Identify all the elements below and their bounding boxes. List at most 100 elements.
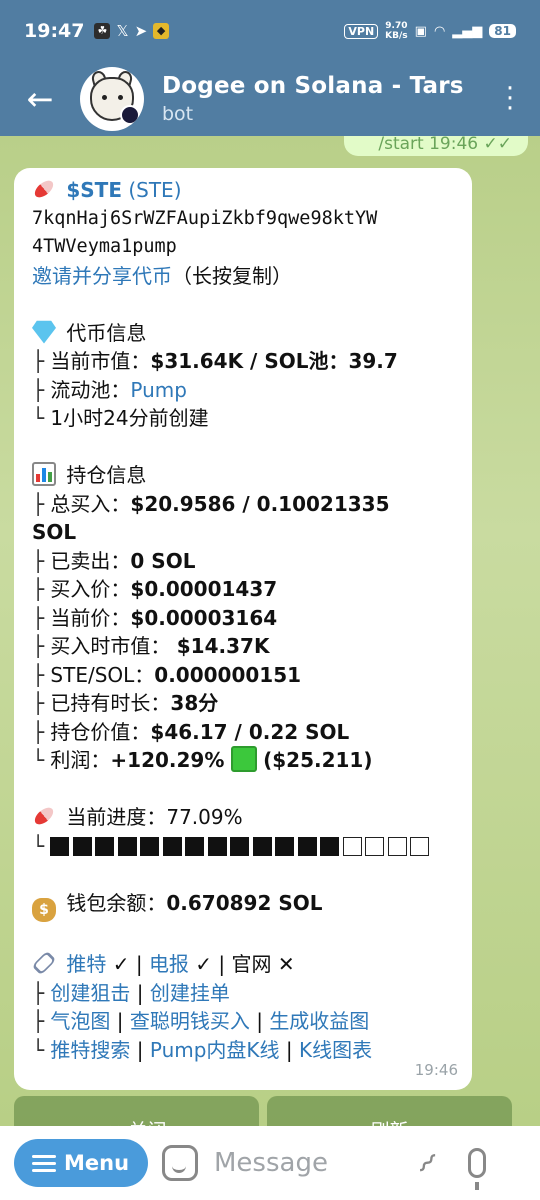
network-speed: 9.70 KB/s	[385, 21, 408, 41]
total-buy-cont: SOL	[32, 520, 77, 544]
bubble-map-link[interactable]: 气泡图	[50, 1009, 110, 1033]
sim-icon: ▣	[414, 23, 427, 39]
progress-block-filled	[320, 836, 340, 856]
token-line: $STE (STE)	[31, 176, 454, 205]
profit-chart-link[interactable]: 生成收益图	[269, 1009, 369, 1033]
ste-sol-row: ├ STE/SOL：0.000000151	[32, 662, 302, 687]
microphone-icon[interactable]	[467, 1148, 486, 1190]
progress-block-filled	[297, 836, 317, 856]
market-cap-row: ├ 当前市值：$31.64K / SOL池：39.7	[32, 349, 398, 373]
buy-price-row: ├ 买入价：$0.00001437	[32, 577, 278, 601]
green-square-icon	[230, 746, 257, 772]
twitter-search-link[interactable]: 推特搜索	[50, 1038, 130, 1062]
pool-link[interactable]: Pump	[130, 378, 187, 402]
total-buy-row: ├ 总买入：$20.9586 / 0.10021335	[32, 491, 390, 516]
money-bag-icon: $	[32, 897, 56, 922]
solana-icon	[120, 105, 140, 125]
pill-icon	[31, 804, 57, 828]
social-links-row: 推特 ✓ | 电报 ✓ | 官网 ✕	[31, 950, 454, 979]
buy-market-cap-row: ├ 买入时市值： $14.37K	[32, 634, 270, 658]
chat-title-block[interactable]: Dogee on Solana - Tars bot	[162, 73, 464, 125]
chat-subtitle: bot	[162, 103, 194, 125]
app-notification-icon: ☘	[94, 23, 111, 39]
actions-row-1: ├ 创建狙击 | 创建挂单	[32, 980, 230, 1005]
progress-block-filled	[95, 836, 115, 856]
wallet-row: $ 钱包余额：0.670892 SOL	[32, 889, 454, 922]
chat-title: Dogee on Solana - Tars	[162, 73, 464, 99]
progress-block-empty	[410, 836, 430, 856]
status-bar: 19:47 ☘ 𝕏 ➤ ◆ VPN 9.70 KB/s ▣ ◠ ▂▄▆ 81	[0, 0, 540, 62]
progress-block-filled	[207, 836, 227, 856]
status-time: 19:47	[24, 20, 85, 42]
sticker-icon[interactable]	[162, 1145, 198, 1181]
twitter-link[interactable]: 推特	[66, 952, 106, 976]
system-icons: VPN 9.70 KB/s ▣ ◠ ▂▄▆ 81	[344, 21, 516, 41]
pill-icon	[31, 177, 57, 201]
invite-link[interactable]: 邀请并分享代币	[32, 264, 172, 288]
refresh-button[interactable]: 刷新	[267, 1096, 512, 1126]
notification-icons: ☘ 𝕏 ➤ ◆	[94, 22, 170, 40]
pool-row: ├ 流动池：Pump	[32, 377, 187, 402]
pump-kline-link[interactable]: Pump内盘K线	[150, 1038, 280, 1062]
close-button[interactable]: × 关闭	[14, 1096, 259, 1126]
progress-block-filled	[50, 836, 70, 856]
token-name-link[interactable]: (STE)	[128, 178, 181, 202]
back-arrow-icon[interactable]: ←	[0, 80, 80, 118]
more-options-icon[interactable]: · · ·	[480, 76, 540, 122]
progress-block-empty	[387, 836, 407, 856]
profit-row: └ 利润：+120.29% ($25.211)	[32, 746, 373, 772]
contract-address-cont[interactable]: 4TWVeyma1pump	[32, 233, 454, 262]
invite-line: 邀请并分享代币（长按复制）	[32, 263, 292, 288]
bar-chart-icon	[32, 462, 56, 486]
create-order-link[interactable]: 创建挂单	[150, 981, 230, 1005]
message-input[interactable]: Message	[214, 1148, 404, 1178]
contract-address[interactable]: 7kqnHaj6SrWZFAupiZkbf9qwe98ktYW	[32, 205, 454, 234]
chat-header: ← Dogee on Solana - Tars bot · · ·	[0, 62, 540, 136]
progress-blocks	[50, 834, 433, 858]
inline-keyboard: × 关闭 刷新	[14, 1096, 512, 1126]
current-price-row: ├ 当前价：$0.00003164	[32, 605, 278, 630]
token-symbol-link[interactable]: $STE	[66, 178, 122, 202]
progress-block-empty	[342, 836, 362, 856]
progress-block-filled	[185, 836, 205, 856]
signal-icon: ▂▄▆	[452, 23, 483, 39]
sold-row: ├ 已卖出：0 SOL	[32, 548, 196, 573]
vpn-icon: VPN	[344, 23, 379, 39]
link-icon	[31, 950, 57, 976]
hold-time-row: ├ 已持有时长：38分	[32, 691, 219, 715]
hamburger-icon	[32, 1151, 56, 1176]
progress-title: 当前进度：77.09%	[31, 803, 454, 832]
kline-chart-link[interactable]: K线图表	[299, 1038, 372, 1062]
menu-button[interactable]: Menu	[14, 1139, 148, 1187]
smart-money-link[interactable]: 查聪明钱买入	[130, 1009, 250, 1033]
progress-block-filled	[140, 836, 160, 856]
actions-row-3: └ 推特搜索 | Pump内盘K线 | K线图表	[32, 1037, 373, 1062]
binance-icon: ◆	[153, 23, 170, 39]
telegram-link[interactable]: 电报	[149, 952, 189, 976]
diamond-icon	[32, 320, 56, 344]
input-bar: Menu Message ⌇	[0, 1126, 540, 1200]
token-info-title: 代币信息	[32, 319, 454, 348]
battery-icon: 81	[489, 24, 516, 38]
sent-message[interactable]: /start 19:46 ✓✓	[344, 136, 528, 156]
hold-value-row: ├ 持仓价值：$46.17 / 0.22 SOL	[32, 719, 350, 744]
progress-block-filled	[72, 836, 92, 856]
progress-block-empty	[365, 836, 385, 856]
progress-block-filled	[230, 836, 250, 856]
telegram-icon: ➤	[134, 22, 148, 40]
progress-bar: └	[32, 832, 454, 861]
progress-block-filled	[275, 836, 295, 856]
create-snipe-link[interactable]: 创建狙击	[50, 981, 130, 1005]
website-label: 官网	[231, 952, 272, 976]
attach-icon[interactable]: ⌇	[410, 1146, 443, 1179]
created-row: └ 1小时24分前创建	[32, 406, 209, 430]
progress-block-filled	[252, 836, 272, 856]
avatar[interactable]	[80, 67, 144, 131]
x-icon: 𝕏	[116, 22, 129, 40]
wifi-icon: ◠	[433, 23, 446, 39]
chat-area: /start 19:46 ✓✓ $STE (STE) 7kqnHaj6SrWZF…	[0, 136, 540, 1126]
holding-title: 持仓信息	[32, 461, 454, 490]
bot-message: $STE (STE) 7kqnHaj6SrWZFAupiZkbf9qwe98kt…	[14, 168, 472, 1090]
actions-row-2: ├ 气泡图 | 查聪明钱买入 | 生成收益图	[32, 1009, 370, 1033]
progress-block-filled	[117, 836, 137, 856]
